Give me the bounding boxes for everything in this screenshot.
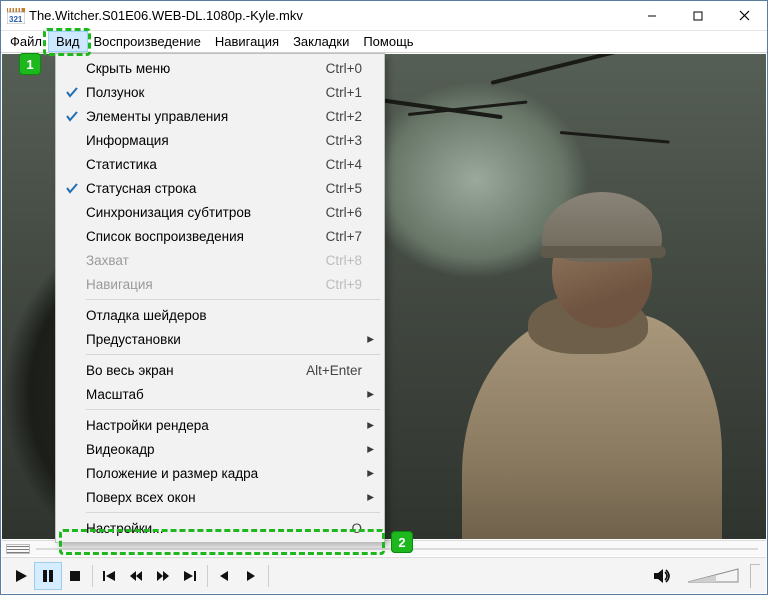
menu-item[interactable]: Видеокадр▸ bbox=[58, 437, 382, 461]
forward-button[interactable] bbox=[150, 563, 176, 589]
submenu-arrow-icon: ▸ bbox=[362, 465, 374, 481]
menu-item-label: Положение и размер кадра bbox=[84, 466, 362, 481]
menu-item-label: Во весь экран bbox=[84, 363, 294, 378]
menu-item[interactable]: Скрыть меню Ctrl+0 bbox=[58, 56, 382, 80]
menu-separator bbox=[86, 409, 380, 410]
menu-item-shortcut: Ctrl+5 bbox=[326, 181, 362, 196]
menu-item-shortcut: Ctrl+0 bbox=[326, 61, 362, 76]
menu-item-shortcut: Ctrl+4 bbox=[326, 157, 362, 172]
menu-item-shortcut: Ctrl+7 bbox=[326, 229, 362, 244]
menu-item[interactable]: Положение и размер кадра▸ bbox=[58, 461, 382, 485]
menu-item[interactable]: Ползунок Ctrl+1 bbox=[58, 80, 382, 104]
menu-item-label: Масштаб bbox=[84, 387, 362, 402]
step-back-button[interactable] bbox=[211, 563, 237, 589]
menu-separator bbox=[86, 354, 380, 355]
menu-item: Захват Ctrl+8 bbox=[58, 248, 382, 272]
view-menu-dropdown: Скрыть меню Ctrl+0 Ползунок Ctrl+1 Элементы … bbox=[55, 53, 385, 543]
prev-button[interactable] bbox=[96, 563, 122, 589]
menu-item[interactable]: Синхронизация субтитров Ctrl+6 bbox=[58, 200, 382, 224]
step-fwd-button[interactable] bbox=[238, 563, 264, 589]
menu-item[interactable]: Отладка шейдеров bbox=[58, 303, 382, 327]
submenu-arrow-icon: ▸ bbox=[362, 386, 374, 402]
menu-item[interactable]: Предустановки▸ bbox=[58, 327, 382, 351]
next-button[interactable] bbox=[177, 563, 203, 589]
close-button[interactable] bbox=[721, 1, 767, 31]
check-icon bbox=[60, 110, 84, 122]
menu-item-label: Поверх всех окон bbox=[84, 490, 362, 505]
toolbar-separator bbox=[92, 565, 93, 587]
menu-item-label: Информация bbox=[84, 133, 314, 148]
menu-item-label: Статистика bbox=[84, 157, 314, 172]
menu-item-shortcut: Ctrl+8 bbox=[326, 253, 362, 268]
menu-item[interactable]: Статистика Ctrl+4 bbox=[58, 152, 382, 176]
menu-item-label: Настройки рендера bbox=[84, 418, 362, 433]
menu-item[interactable]: Статусная строка Ctrl+5 bbox=[58, 176, 382, 200]
toolbar-separator bbox=[268, 565, 269, 587]
menu-item-label: Скрыть меню bbox=[84, 61, 314, 76]
menu-file[interactable]: Файл bbox=[3, 32, 49, 51]
menu-item[interactable]: Информация Ctrl+3 bbox=[58, 128, 382, 152]
menu-item[interactable]: Элементы управления Ctrl+2 bbox=[58, 104, 382, 128]
menu-item-shortcut: O bbox=[351, 521, 362, 536]
stop-button[interactable] bbox=[62, 563, 88, 589]
menu-navigate[interactable]: Навигация bbox=[208, 32, 286, 51]
annotation-badge-1: 1 bbox=[19, 53, 41, 75]
menu-item[interactable]: Поверх всех окон▸ bbox=[58, 485, 382, 509]
menu-item-label: Элементы управления bbox=[84, 109, 314, 124]
menu-bookmarks[interactable]: Закладки bbox=[286, 32, 356, 51]
svg-text:321: 321 bbox=[9, 15, 23, 24]
menu-item-label: Предустановки bbox=[84, 332, 362, 347]
toolbar-separator bbox=[207, 565, 208, 587]
menu-separator bbox=[86, 512, 380, 513]
menu-separator bbox=[86, 299, 380, 300]
resize-grip[interactable] bbox=[750, 564, 760, 588]
menu-item-label: Отладка шейдеров bbox=[84, 308, 362, 323]
window-title: The.Witcher.S01E06.WEB-DL.1080p.-Kyle.mk… bbox=[29, 8, 303, 23]
annotation-badge-2: 2 bbox=[391, 531, 413, 553]
pause-button[interactable] bbox=[35, 563, 61, 589]
volume-slider[interactable] bbox=[686, 567, 740, 585]
play-button[interactable] bbox=[8, 563, 34, 589]
menu-item-shortcut: Ctrl+3 bbox=[326, 133, 362, 148]
menu-item: Навигация Ctrl+9 bbox=[58, 272, 382, 296]
submenu-arrow-icon: ▸ bbox=[362, 417, 374, 433]
menu-item[interactable]: Масштаб▸ bbox=[58, 382, 382, 406]
check-icon bbox=[60, 86, 84, 98]
menu-item-label: Список воспроизведения bbox=[84, 229, 314, 244]
menu-item[interactable]: Настройки... O bbox=[58, 516, 382, 540]
rewind-button[interactable] bbox=[123, 563, 149, 589]
minimize-button[interactable] bbox=[629, 1, 675, 31]
menu-item-shortcut: Alt+Enter bbox=[306, 363, 362, 378]
menu-item-shortcut: Ctrl+1 bbox=[326, 85, 362, 100]
maximize-button[interactable] bbox=[675, 1, 721, 31]
submenu-arrow-icon: ▸ bbox=[362, 331, 374, 347]
submenu-arrow-icon: ▸ bbox=[362, 441, 374, 457]
menu-view[interactable]: Вид bbox=[49, 32, 87, 51]
seek-position-marker[interactable] bbox=[6, 544, 30, 554]
menu-item-label: Синхронизация субтитров bbox=[84, 205, 314, 220]
menu-item[interactable]: Во весь экран Alt+Enter bbox=[58, 358, 382, 382]
check-icon bbox=[60, 182, 84, 194]
menu-item[interactable]: Настройки рендера▸ bbox=[58, 413, 382, 437]
menu-item-shortcut: Ctrl+6 bbox=[326, 205, 362, 220]
menu-item[interactable]: Список воспроизведения Ctrl+7 bbox=[58, 224, 382, 248]
menu-item-label: Ползунок bbox=[84, 85, 314, 100]
menu-item-label: Захват bbox=[84, 253, 314, 268]
menu-item-label: Настройки... bbox=[84, 521, 339, 536]
playback-controls bbox=[2, 557, 766, 593]
menu-help[interactable]: Помощь bbox=[356, 32, 420, 51]
menu-item-shortcut: Ctrl+2 bbox=[326, 109, 362, 124]
menu-bar: Файл Вид Воспроизведение Навигация Закла… bbox=[1, 31, 767, 53]
menu-item-label: Навигация bbox=[84, 277, 314, 292]
submenu-arrow-icon: ▸ bbox=[362, 489, 374, 505]
menu-item-label: Статусная строка bbox=[84, 181, 314, 196]
mute-button[interactable] bbox=[649, 563, 675, 589]
title-bar: 321 The.Witcher.S01E06.WEB-DL.1080p.-Kyl… bbox=[1, 1, 767, 31]
menu-item-label: Видеокадр bbox=[84, 442, 362, 457]
menu-item-shortcut: Ctrl+9 bbox=[326, 277, 362, 292]
app-icon: 321 bbox=[7, 8, 25, 24]
menu-playback[interactable]: Воспроизведение bbox=[87, 32, 208, 51]
